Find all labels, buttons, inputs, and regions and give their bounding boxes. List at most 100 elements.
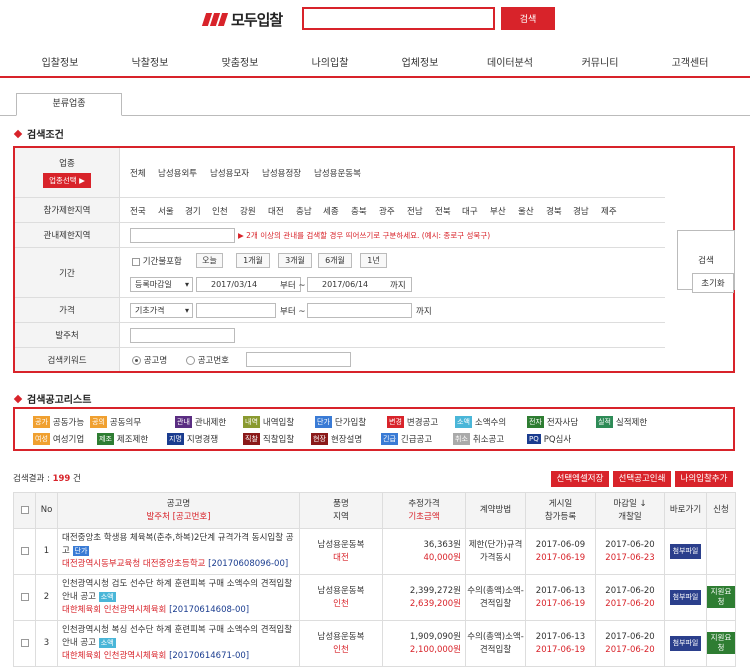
row-posted: 2017-06-13 [535, 585, 586, 596]
nav-customer-center[interactable]: 고객센터 [672, 54, 709, 69]
region-option[interactable]: 경북 [546, 205, 562, 217]
jurisdiction-values: ▶ 2개 이상의 관내를 검색할 경우 띄어쓰기로 구분하세요. (예시: 종로… [120, 223, 665, 247]
region-option[interactable]: 전국 [130, 205, 146, 217]
period-6month-button[interactable]: 6개월 [318, 253, 352, 268]
row-item-cell: 남성용운동복 인천 [299, 620, 383, 667]
row-checkbox[interactable] [20, 592, 29, 601]
notice-title-link[interactable]: 인천광역시청 복싱 선수단 하계 훈련피복 구매 소액수의 견적입찰 안내 공고 [62, 625, 292, 648]
row-no: 1 [35, 528, 58, 575]
keyword-option-number[interactable]: 공고번호 [186, 354, 229, 366]
period-type-select[interactable]: 등록마감일 ▾ [130, 277, 193, 292]
notice-title-link[interactable]: 인천광역시청 검도 선수단 하계 훈련피복 구매 소액수의 견적입찰 안내 공고 [62, 579, 292, 602]
nav-company-info[interactable]: 업체정보 [402, 54, 439, 69]
diamond-bullet-icon [13, 129, 23, 138]
keyword-option-title[interactable]: 공고명 [132, 354, 167, 366]
support-request-button[interactable]: 지원요청 [707, 632, 735, 654]
period-unlimited-checkbox[interactable] [132, 257, 140, 266]
row-title-cell[interactable]: 대전중앙초 학생용 체육복(춘추,하복)2단계 규격가격 동시입찰 공고 단가 대… [57, 528, 300, 575]
region-option[interactable]: 경기 [185, 205, 201, 217]
nav-bid-info[interactable]: 입찰정보 [42, 54, 79, 69]
legend-item: 실적 실적제한 [596, 416, 647, 428]
region-values: 전국 서울 경기 인천 강원 대전 충남 세종 충북 광주 전남 전북 대구 부산 울산 경북 경남 제주 [120, 198, 665, 222]
nav-custom-info[interactable]: 맞춤정보 [222, 54, 259, 69]
global-search-button[interactable]: 검색 [501, 7, 555, 30]
legend-item: 변경 변경공고 [387, 416, 438, 428]
nav-my-bid[interactable]: 나의입찰 [312, 54, 349, 69]
radio-icon[interactable] [186, 356, 195, 365]
col-price[interactable]: 추정가격 기초금액 [382, 492, 466, 529]
table-row[interactable]: 3 인천광역시청 복싱 선수단 하계 훈련피복 구매 소액수의 견적입찰 안내 공… [13, 620, 736, 667]
price-type-select[interactable]: 기초가격 ▾ [130, 303, 193, 318]
col-deadline[interactable]: 마감일 ↓ 개찰일 [595, 492, 665, 529]
region-option[interactable]: 제주 [601, 205, 617, 217]
region-option[interactable]: 세종 [323, 205, 339, 217]
row-opening: 2017-06-20 [605, 598, 655, 609]
region-option[interactable]: 인천 [212, 205, 228, 217]
period-1year-button[interactable]: 1년 [360, 253, 387, 268]
period-values: 기간불포함 오늘 1개월 3개월 6개월 1년 등록마감일 ▾ 2017/03/1… [120, 248, 665, 297]
tab-category-industry[interactable]: 분류업종 [16, 93, 122, 116]
col-item[interactable]: 품명 지역 [299, 492, 383, 529]
add-my-bid-button[interactable]: 나의입찰추가 [675, 471, 733, 487]
region-option[interactable]: 전남 [407, 205, 423, 217]
attachment-button[interactable]: 첨부파일 [669, 636, 702, 651]
global-search-input[interactable] [302, 7, 495, 30]
row-checkbox[interactable] [20, 638, 29, 647]
region-option[interactable]: 울산 [518, 205, 534, 217]
row-register: 2017-06-19 [535, 644, 586, 655]
row-item: 남성용운동복 [317, 585, 365, 596]
print-notice-button[interactable]: 선택공고인쇄 [613, 471, 671, 487]
select-all-checkbox[interactable] [20, 505, 29, 514]
region-option[interactable]: 대전 [268, 205, 284, 217]
buyer-input[interactable] [130, 328, 235, 343]
site-logo[interactable]: 모두입찰 [201, 9, 294, 29]
industry-item[interactable]: 남성용모자 [210, 167, 249, 179]
reset-button[interactable]: 초기화 [692, 273, 734, 293]
period-1month-button[interactable]: 1개월 [236, 253, 270, 268]
row-checkbox[interactable] [20, 546, 29, 555]
col-posted[interactable]: 게시일 참가등록 [525, 492, 596, 529]
save-excel-button[interactable]: 선택엑셀저장 [551, 471, 609, 487]
table-row[interactable]: 2 인천광역시청 검도 선수단 하계 훈련피복 구매 소액수의 견적입찰 안내 공… [13, 574, 736, 621]
region-option[interactable]: 경남 [573, 205, 589, 217]
region-option[interactable]: 전북 [435, 205, 451, 217]
radio-selected-icon[interactable] [132, 356, 141, 365]
period-unlimited-option[interactable]: 기간불포함 [132, 255, 182, 267]
notice-title-link[interactable]: 대전중앙초 학생용 체육복(춘추,하복)2단계 규격가격 동시입찰 공고 [62, 533, 294, 556]
period-today-button[interactable]: 오늘 [196, 253, 223, 268]
nav-community[interactable]: 커뮤니티 [582, 54, 619, 69]
region-option[interactable]: 부산 [490, 205, 506, 217]
industry-item[interactable]: 전체 [130, 167, 146, 179]
region-option[interactable]: 충북 [351, 205, 367, 217]
region-option[interactable]: 충남 [296, 205, 312, 217]
period-3month-button[interactable]: 3개월 [278, 253, 312, 268]
row-title-cell[interactable]: 인천광역시청 복싱 선수단 하계 훈련피복 구매 소액수의 견적입찰 안내 공고… [57, 620, 300, 667]
industry-item[interactable]: 남성용정장 [262, 167, 301, 179]
col-title-label: 공고명 [166, 498, 191, 509]
row-select-cell [13, 620, 36, 667]
region-label: 참가제한지역 [15, 198, 120, 222]
industry-item[interactable]: 남성용운동복 [314, 167, 361, 179]
industry-select-button[interactable]: 업종선택 ▶ [43, 173, 91, 188]
region-option[interactable]: 서울 [158, 205, 174, 217]
nav-award-info[interactable]: 낙찰정보 [132, 54, 169, 69]
row-opening: 2017-06-23 [605, 552, 655, 563]
nav-data-analysis[interactable]: 데이터분석 [487, 54, 533, 69]
region-option[interactable]: 대구 [462, 205, 478, 217]
jurisdiction-input[interactable] [130, 228, 235, 243]
notice-list-title: 검색공고리스트 [13, 391, 91, 406]
col-title[interactable]: 공고명 발주처 [공고번호] [57, 492, 300, 529]
table-row[interactable]: 1 대전중앙초 학생용 체육복(춘추,하복)2단계 규격가격 동시입찰 공고 단가… [13, 528, 736, 575]
support-request-button[interactable]: 지원요청 [707, 586, 735, 608]
legend-item: 공가 공동가능 [33, 416, 84, 428]
region-option[interactable]: 광주 [379, 205, 395, 217]
attachment-button[interactable]: 첨부파일 [669, 590, 702, 605]
industry-item[interactable]: 남성용외투 [158, 167, 197, 179]
price-to-input[interactable] [307, 303, 412, 318]
price-from-input[interactable] [196, 303, 276, 318]
attachment-button[interactable]: 첨부파일 [669, 544, 702, 559]
row-title-cell[interactable]: 인천광역시청 검도 선수단 하계 훈련피복 구매 소액수의 견적입찰 안내 공고… [57, 574, 300, 621]
row-deadline: 2017-06-20 [605, 631, 655, 642]
keyword-input[interactable] [246, 352, 351, 367]
region-option[interactable]: 강원 [240, 205, 256, 217]
